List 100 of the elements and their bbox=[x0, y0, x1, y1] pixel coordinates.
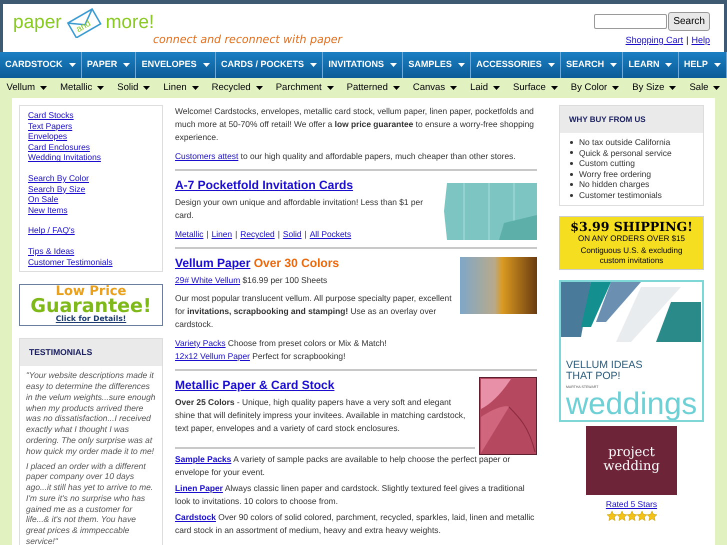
sidebar-link[interactable]: Customer Testimonials bbox=[28, 256, 113, 268]
bullet-icon bbox=[570, 162, 573, 165]
product-link[interactable]: Linen Paper bbox=[175, 483, 223, 493]
subnav-menu-item[interactable]: Solid bbox=[117, 80, 150, 96]
subnav-menu-item[interactable]: Metallic bbox=[60, 80, 104, 96]
caret-icon bbox=[392, 86, 400, 90]
section-title-link[interactable]: Vellum Paper bbox=[175, 256, 250, 270]
sidebar-link[interactable]: Envelopes bbox=[28, 131, 68, 142]
star-icon bbox=[646, 510, 656, 521]
caret-icon bbox=[450, 86, 458, 90]
subnav-menu-item[interactable]: Laid bbox=[470, 80, 500, 96]
help-link[interactable]: Help bbox=[691, 34, 710, 48]
product-link[interactable]: Cardstock bbox=[175, 512, 216, 522]
benefit-text: Worry free ordering bbox=[579, 168, 651, 180]
sidebar-link[interactable]: Wedding Invitations bbox=[28, 152, 101, 163]
product-link[interactable]: Sample Packs bbox=[175, 454, 232, 464]
category-link[interactable]: Solid bbox=[282, 228, 302, 241]
why-buy-title: WHY BUY FROM US bbox=[560, 106, 703, 133]
caret-icon bbox=[97, 86, 104, 90]
caret-icon bbox=[390, 63, 397, 67]
benefit-text: No hidden charges bbox=[579, 179, 650, 190]
category-link[interactable]: All Pockets bbox=[310, 228, 352, 241]
product-line: Linen Paper Always classic linen paper and cardstock. Slightly textured feel gives a traditional look to invitations. 10 colors to choose from. bbox=[175, 482, 526, 507]
subnav-menu-item[interactable]: By Size bbox=[632, 80, 676, 96]
tagline: connect and reconnect with paper bbox=[153, 32, 342, 48]
subnav-menu-item[interactable]: Canvas bbox=[412, 80, 458, 96]
subnav-menu-item[interactable]: Parchment bbox=[276, 80, 334, 96]
subnav-menu-item[interactable]: By Color bbox=[570, 80, 620, 96]
testimonial-quote: "Your website descriptions made it easy to determine the differences in the velum weights...sure enough when my products arrived there was no dissatisfaction...I received exactly what I thought I was ordering. The only surprise was at how quick my order made it to me! bbox=[26, 370, 156, 456]
sidebar-link[interactable]: On Sale bbox=[28, 194, 58, 205]
intro-text: Welcome! Cardstocks, envelopes, metallic card stock, vellum paper, linen paper, pocketfolds and much more at 50-70% off retail! We offer a low price guarantee to ensure a worry-free shopping experience. bbox=[175, 105, 535, 144]
benefit-text: Quick & personal service bbox=[579, 148, 672, 158]
link-separator: | bbox=[235, 228, 238, 241]
price-line: 29# White Vellum $16.99 per 100 Sheets bbox=[175, 274, 328, 287]
rating-link[interactable]: Rated 5 Stars bbox=[606, 498, 658, 511]
sidebar-link[interactable]: Search By Size bbox=[28, 184, 86, 194]
star-icon bbox=[636, 510, 646, 521]
product-line: Cardstock Over 90 colors of solid colored, parchment, recycled, sparkles, laid, linen and metallic card stock in an assortment of medium, heavy and extra heavy weights. bbox=[175, 511, 536, 536]
attest-link[interactable]: Customers attest bbox=[175, 151, 238, 161]
search-button[interactable]: Search bbox=[668, 12, 710, 31]
subnav-menu-item[interactable]: Surface bbox=[513, 80, 558, 96]
benefit-text: Custom cutting bbox=[579, 158, 635, 169]
subnav-menu-item[interactable]: Recycled bbox=[212, 80, 263, 96]
caret-icon bbox=[143, 86, 150, 90]
section-description: Our most popular translucent vellum. All purpose specialty paper, excellent for invitations, scrapbooking and stamping! Use as an overlay over cardstock. bbox=[175, 292, 452, 331]
section-description: Over 25 Colors - Unique, high quality papers have a very soft and elegant shine that will definitely impress your invitees. Available in matching cardstock, text paper, envelopes and a variety of card stock enclosures. bbox=[175, 396, 466, 435]
category-link[interactable]: Metallic bbox=[175, 228, 204, 241]
caret-icon bbox=[458, 63, 465, 67]
caret-icon bbox=[713, 86, 720, 90]
feature-line: Variety Packs Choose from preset colors or Mix & Match! bbox=[175, 337, 388, 350]
subnav-menu-item[interactable]: Linen bbox=[163, 80, 199, 96]
feature-link[interactable]: 12x12 Vellum Paper bbox=[175, 351, 250, 361]
bullet-icon bbox=[570, 194, 573, 197]
bullet-icon bbox=[570, 183, 573, 186]
caret-icon bbox=[202, 63, 210, 67]
bullet-icon bbox=[570, 172, 573, 176]
caret-icon bbox=[610, 63, 618, 67]
feature-link[interactable]: Variety Packs bbox=[175, 338, 226, 348]
sidebar-link[interactable]: Text Papers bbox=[28, 120, 72, 132]
star-icon bbox=[616, 510, 626, 521]
sidebar-link[interactable]: Help / FAQ's bbox=[28, 225, 75, 236]
section-description: Design your own unique and affordable invitation! Less than $1 per card. bbox=[175, 196, 424, 222]
caret-icon bbox=[665, 63, 672, 67]
link-separator: | bbox=[686, 34, 688, 47]
caret-icon bbox=[550, 86, 558, 90]
link-separator: | bbox=[304, 228, 307, 241]
category-link[interactable]: Linen bbox=[212, 228, 232, 241]
caret-icon bbox=[40, 86, 48, 90]
attest-line: Customers attest to our high quality and affordable papers, much cheaper than other stores. bbox=[175, 150, 517, 163]
shipping-banner[interactable]: $3.99 SHIPPING! ON ANY ORDERS OVER $15 Contiguous U.S. & excluding custom invitations bbox=[559, 216, 704, 270]
sidebar-link[interactable]: Card Enclosures bbox=[28, 142, 90, 152]
project-wedding-banner[interactable]: project wedding bbox=[586, 426, 677, 495]
caret-icon bbox=[714, 63, 721, 67]
shopping-cart-link[interactable]: Shopping Cart bbox=[626, 34, 684, 48]
section-title-link[interactable]: A-7 Pocketfold Invitation Cards bbox=[175, 178, 354, 192]
section-subtitle: Over 30 Colors bbox=[252, 256, 340, 270]
link-separator: | bbox=[206, 228, 209, 241]
search-field[interactable] bbox=[594, 14, 668, 29]
price-link[interactable]: 29# White Vellum bbox=[175, 275, 240, 285]
category-link[interactable]: Recycled bbox=[240, 228, 275, 241]
caret-icon bbox=[612, 86, 620, 90]
sidebar-link[interactable]: New Items bbox=[28, 204, 68, 216]
caret-icon bbox=[669, 86, 676, 90]
section-title-link[interactable]: Metallic Paper & Card Stock bbox=[175, 378, 334, 392]
benefit-text: Customer testimonials bbox=[579, 190, 662, 201]
subnav-menu-item[interactable]: Sale bbox=[689, 80, 720, 96]
subnav-menu-item[interactable]: Patterned bbox=[346, 80, 400, 96]
subnav-menu-item[interactable]: Vellum bbox=[6, 80, 48, 96]
caret-icon bbox=[192, 86, 199, 90]
sidebar-link[interactable]: Search By Color bbox=[28, 172, 89, 184]
caret-icon bbox=[548, 63, 555, 67]
product-line: Sample Packs A variety of sample packs are available to help choose the perfect paper or envelope for your event. bbox=[175, 453, 512, 478]
sidebar-link[interactable]: Tips & Ideas bbox=[28, 246, 74, 257]
testimonials-title: TESTIMONIALS bbox=[20, 339, 162, 366]
link-separator: | bbox=[278, 228, 280, 241]
feature-line: 12x12 Vellum Paper Perfect for scrapbooking! bbox=[175, 350, 346, 363]
caret-icon bbox=[123, 63, 130, 67]
benefit-text: No tax outside California bbox=[579, 137, 670, 148]
caret-icon bbox=[68, 63, 76, 67]
sidebar-link[interactable]: Card Stocks bbox=[28, 110, 74, 121]
